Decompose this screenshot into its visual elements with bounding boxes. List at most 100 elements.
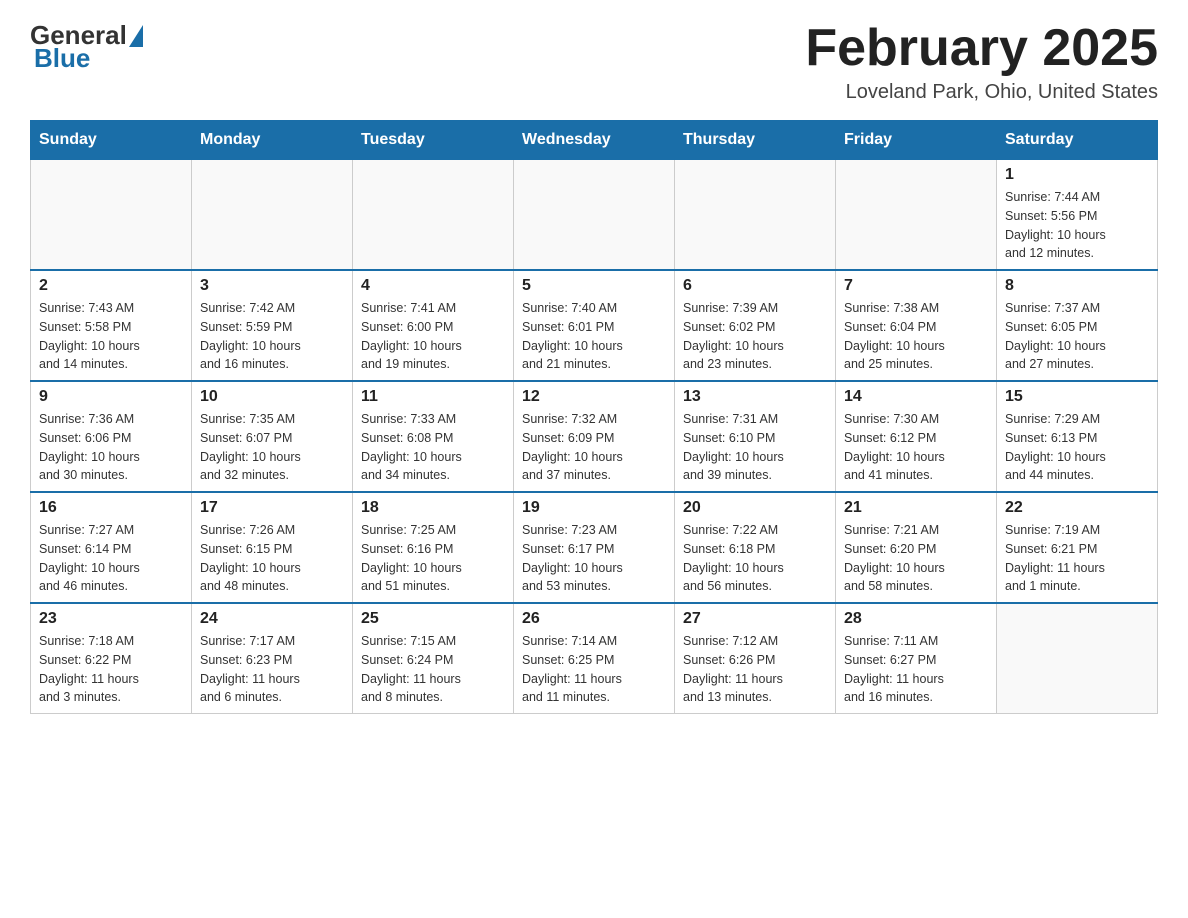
day-number: 21 [844,499,988,517]
calendar-week-row: 16 Sunrise: 7:27 AM Sunset: 6:14 PM Dayli… [31,492,1158,603]
table-row: 4 Sunrise: 7:41 AM Sunset: 6:00 PM Daylig… [353,270,514,381]
table-row [31,160,192,271]
table-row: 2 Sunrise: 7:43 AM Sunset: 5:58 PM Daylig… [31,270,192,381]
calendar-week-row: 2 Sunrise: 7:43 AM Sunset: 5:58 PM Daylig… [31,270,1158,381]
day-number: 16 [39,499,183,517]
table-row [997,603,1158,714]
day-info: Sunrise: 7:40 AM Sunset: 6:01 PM Dayligh… [522,299,666,374]
day-info: Sunrise: 7:18 AM Sunset: 6:22 PM Dayligh… [39,632,183,707]
table-row: 19Sunrise: 7:23 AM Sunset: 6:17 PM Dayli… [514,492,675,603]
table-row: 26 Sunrise: 7:14 AM Sunset: 6:25 PM Dayli… [514,603,675,714]
header-sunday: Sunday [31,121,192,160]
day-info: Sunrise: 7:36 AM Sunset: 6:06 PM Dayligh… [39,410,183,485]
page-header: General Blue February 2025 Loveland Park… [30,20,1158,104]
header-monday: Monday [192,121,353,160]
day-number: 26 [522,610,666,628]
day-info: Sunrise: 7:11 AM Sunset: 6:27 PM Dayligh… [844,632,988,707]
day-number: 14 [844,388,988,406]
table-row: 25 Sunrise: 7:15 AM Sunset: 6:24 PM Dayli… [353,603,514,714]
day-number: 15 [1005,388,1149,406]
table-row: 6 Sunrise: 7:39 AM Sunset: 6:02 PM Daylig… [675,270,836,381]
table-row: 3 Sunrise: 7:42 AM Sunset: 5:59 PM Daylig… [192,270,353,381]
header-thursday: Thursday [675,121,836,160]
day-number: 11 [361,388,505,406]
table-row: 5 Sunrise: 7:40 AM Sunset: 6:01 PM Daylig… [514,270,675,381]
table-row: 27 Sunrise: 7:12 AM Sunset: 6:26 PM Dayli… [675,603,836,714]
table-row [192,160,353,271]
calendar-week-row: 1 Sunrise: 7:44 AM Sunset: 5:56 PM Daylig… [31,160,1158,271]
day-info: Sunrise: 7:39 AM Sunset: 6:02 PM Dayligh… [683,299,827,374]
day-info: Sunrise: 7:21 AM Sunset: 6:20 PM Dayligh… [844,521,988,596]
table-row: 14 Sunrise: 7:30 AM Sunset: 6:12 PM Dayli… [836,381,997,492]
table-row: 20Sunrise: 7:22 AM Sunset: 6:18 PM Dayli… [675,492,836,603]
day-info: Sunrise: 7:17 AM Sunset: 6:23 PM Dayligh… [200,632,344,707]
logo: General Blue [30,20,145,74]
day-info: Sunrise: 7:27 AM Sunset: 6:14 PM Dayligh… [39,521,183,596]
table-row [514,160,675,271]
header-saturday: Saturday [997,121,1158,160]
header-wednesday: Wednesday [514,121,675,160]
day-number: 4 [361,277,505,295]
table-row: 1 Sunrise: 7:44 AM Sunset: 5:56 PM Daylig… [997,160,1158,271]
day-number: 9 [39,388,183,406]
day-info: Sunrise: 7:35 AM Sunset: 6:07 PM Dayligh… [200,410,344,485]
table-row: 17Sunrise: 7:26 AM Sunset: 6:15 PM Dayli… [192,492,353,603]
day-number: 5 [522,277,666,295]
table-row: 22 Sunrise: 7:19 AM Sunset: 6:21 PM Dayli… [997,492,1158,603]
table-row [836,160,997,271]
logo-triangle-icon [129,25,143,47]
day-number: 24 [200,610,344,628]
day-number: 25 [361,610,505,628]
day-number: 6 [683,277,827,295]
day-info: Sunrise: 7:19 AM Sunset: 6:21 PM Dayligh… [1005,521,1149,596]
day-number: 27 [683,610,827,628]
day-info: Sunrise: 7:12 AM Sunset: 6:26 PM Dayligh… [683,632,827,707]
day-info: Sunrise: 7:38 AM Sunset: 6:04 PM Dayligh… [844,299,988,374]
day-info: Sunrise: 7:31 AM Sunset: 6:10 PM Dayligh… [683,410,827,485]
day-info: Sunrise: 7:15 AM Sunset: 6:24 PM Dayligh… [361,632,505,707]
table-row [675,160,836,271]
table-row: 12Sunrise: 7:32 AM Sunset: 6:09 PM Dayli… [514,381,675,492]
header-friday: Friday [836,121,997,160]
table-row [353,160,514,271]
day-number: 10 [200,388,344,406]
day-number: 1 [1005,166,1149,184]
day-number: 23 [39,610,183,628]
day-number: 22 [1005,499,1149,517]
table-row: 16 Sunrise: 7:27 AM Sunset: 6:14 PM Dayli… [31,492,192,603]
day-info: Sunrise: 7:25 AM Sunset: 6:16 PM Dayligh… [361,521,505,596]
title-section: February 2025 Loveland Park, Ohio, Unite… [805,20,1158,104]
table-row: 21 Sunrise: 7:21 AM Sunset: 6:20 PM Dayli… [836,492,997,603]
day-info: Sunrise: 7:32 AM Sunset: 6:09 PM Dayligh… [522,410,666,485]
calendar-table: Sunday Monday Tuesday Wednesday Thursday… [30,120,1158,714]
table-row: 28Sunrise: 7:11 AM Sunset: 6:27 PM Dayli… [836,603,997,714]
day-number: 8 [1005,277,1149,295]
calendar-week-row: 9 Sunrise: 7:36 AM Sunset: 6:06 PM Daylig… [31,381,1158,492]
calendar-week-row: 23 Sunrise: 7:18 AM Sunset: 6:22 PM Dayli… [31,603,1158,714]
month-title: February 2025 [805,20,1158,77]
day-info: Sunrise: 7:44 AM Sunset: 5:56 PM Dayligh… [1005,188,1149,263]
day-info: Sunrise: 7:14 AM Sunset: 6:25 PM Dayligh… [522,632,666,707]
day-number: 3 [200,277,344,295]
day-number: 17 [200,499,344,517]
day-info: Sunrise: 7:42 AM Sunset: 5:59 PM Dayligh… [200,299,344,374]
table-row: 9 Sunrise: 7:36 AM Sunset: 6:06 PM Daylig… [31,381,192,492]
day-info: Sunrise: 7:41 AM Sunset: 6:00 PM Dayligh… [361,299,505,374]
day-info: Sunrise: 7:29 AM Sunset: 6:13 PM Dayligh… [1005,410,1149,485]
header-tuesday: Tuesday [353,121,514,160]
day-info: Sunrise: 7:33 AM Sunset: 6:08 PM Dayligh… [361,410,505,485]
table-row: 11 Sunrise: 7:33 AM Sunset: 6:08 PM Dayli… [353,381,514,492]
table-row: 10 Sunrise: 7:35 AM Sunset: 6:07 PM Dayli… [192,381,353,492]
day-number: 13 [683,388,827,406]
table-row: 18 Sunrise: 7:25 AM Sunset: 6:16 PM Dayli… [353,492,514,603]
day-number: 2 [39,277,183,295]
day-number: 18 [361,499,505,517]
table-row: 7 Sunrise: 7:38 AM Sunset: 6:04 PM Daylig… [836,270,997,381]
day-info: Sunrise: 7:43 AM Sunset: 5:58 PM Dayligh… [39,299,183,374]
day-info: Sunrise: 7:30 AM Sunset: 6:12 PM Dayligh… [844,410,988,485]
calendar-header-row: Sunday Monday Tuesday Wednesday Thursday… [31,121,1158,160]
table-row: 23 Sunrise: 7:18 AM Sunset: 6:22 PM Dayli… [31,603,192,714]
day-number: 7 [844,277,988,295]
table-row: 15 Sunrise: 7:29 AM Sunset: 6:13 PM Dayli… [997,381,1158,492]
location-subtitle: Loveland Park, Ohio, United States [805,81,1158,104]
